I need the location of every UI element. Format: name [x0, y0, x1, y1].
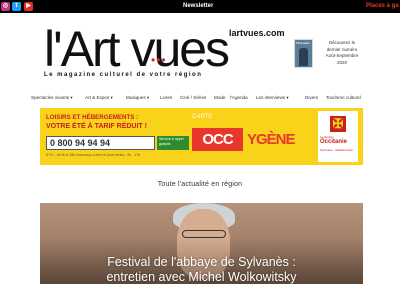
logo-dots: •••: [151, 53, 167, 67]
ad-banner[interactable]: LOISIRS ET HÉBERGEMENTS : VOTRE ÉTÉ À TA…: [40, 108, 363, 165]
ad-title-line1: LOISIRS ET HÉBERGEMENTS :: [46, 114, 139, 121]
site-tagline: Le magazine culturel de votre région: [44, 72, 203, 78]
logo-wordmark: l'Art vues: [44, 21, 230, 77]
hero-title-line2: entretien avec Michel Wolkowitsky: [106, 270, 297, 284]
region-name: Occitanie: [320, 139, 348, 145]
youtube-icon[interactable]: ▶: [24, 2, 33, 11]
nav-item-mode[interactable]: Mode: [214, 95, 226, 100]
twitter-icon[interactable]: t: [12, 2, 21, 11]
ad-phone-box: 0 800 94 94 94: [46, 136, 155, 150]
ad-occ-block: OCC: [192, 128, 243, 151]
hero-article[interactable]: Festival de l'abbaye de Sylvanès : entre…: [40, 203, 363, 284]
nav-item-livres[interactable]: Livres: [160, 95, 172, 100]
nav-item-musiques[interactable]: Musiques ▾: [126, 95, 149, 101]
nav-item-divers[interactable]: Divers: [305, 95, 318, 100]
nav-item-cine-series[interactable]: Ciné / Séries: [180, 95, 206, 100]
nav-item-spectacles[interactable]: Spectacles vivants ▾: [31, 95, 73, 101]
main-nav: Spectacles vivants ▾ Art & Expos ▾ Musiq…: [0, 94, 400, 104]
region-subname: Pyrénées - Méditerranée: [320, 148, 354, 152]
hero-title-line1: Festival de l'abbaye de Sylvanès :: [107, 255, 296, 269]
newsletter-link[interactable]: Newsletter: [183, 2, 213, 11]
top-bar: ◎ t ▶ Newsletter Places à ga: [0, 0, 400, 13]
instagram-icon[interactable]: ◎: [1, 2, 10, 11]
logo-domain: lartvues.com: [229, 28, 285, 38]
section-title: Toute l'actualité en région: [157, 181, 243, 188]
occitan-cross-icon: ✠: [330, 116, 346, 132]
ad-service-badge: Service & appel gratuits: [157, 136, 189, 150]
ad-carte-label: CARTE: [192, 114, 213, 120]
nav-item-interviews[interactable]: Les interviews ▾: [256, 95, 289, 101]
ad-title-line2: VOTRE ÉTÉ À TARIF RÉDUIT !: [46, 123, 147, 130]
nav-item-tourisme[interactable]: Tourisme culturel: [326, 95, 361, 100]
magazine-promo-line4: 2020: [336, 59, 347, 65]
ad-ygene-text: YGÈNE: [247, 131, 296, 148]
promo-link[interactable]: Places à ga: [366, 2, 399, 11]
ad-phone-number: 0 800 94 94 94: [50, 138, 111, 148]
magazine-cover-figure: [299, 48, 308, 66]
magazine-cover[interactable]: l'Art-vues: [294, 39, 313, 68]
hero-article-title[interactable]: Festival de l'abbaye de Sylvanès : entre…: [40, 255, 363, 284]
region-occitanie-logo: ✠ La Région Occitanie Pyrénées - Méditer…: [318, 111, 358, 162]
ad-subtext: 5 FU - de 9h à 18h beaucoup ouvert et jo…: [46, 153, 141, 157]
nav-item-art-expos[interactable]: Art & Expos ▾: [85, 95, 113, 101]
nav-item-agenda[interactable]: l'Agenda: [230, 95, 248, 100]
magazine-promo-text[interactable]: Découvrez le dernier numéro Août-Septemb…: [318, 40, 366, 66]
magazine-cover-title: l'Art-vues: [296, 41, 310, 45]
